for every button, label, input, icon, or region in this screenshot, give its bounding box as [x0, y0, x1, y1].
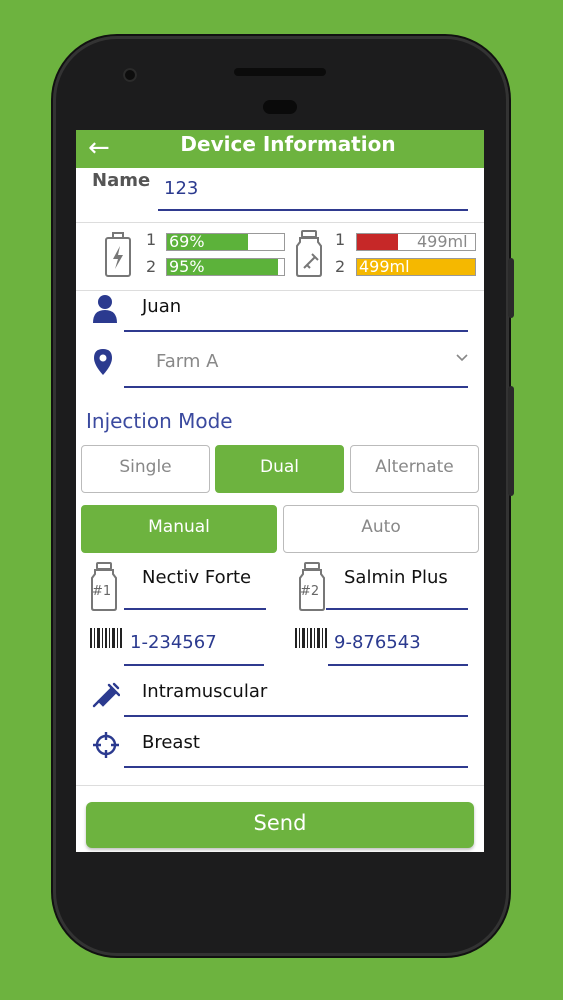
vial-icon [296, 230, 322, 277]
chevron-down-icon[interactable] [456, 354, 468, 362]
injection-site[interactable]: Breast [142, 732, 200, 753]
power-button [508, 386, 514, 496]
mode-single-button[interactable]: Single [81, 445, 210, 493]
location-pin-icon [94, 349, 112, 375]
farm-underline [124, 386, 468, 388]
volume-button [508, 258, 514, 318]
vial-bar-2: 499ml [356, 257, 476, 276]
barcode-2-underline [328, 664, 468, 666]
vial-volume-2: 499ml [359, 257, 410, 276]
crosshair-icon [93, 732, 119, 758]
trigger-auto-button[interactable]: Auto [283, 505, 479, 553]
barcode-1-underline [124, 664, 264, 666]
battery-index-1: 1 [146, 230, 157, 249]
top-bar: ← Device Information [76, 130, 484, 168]
app-screen: ← Device Information Name 123 1 2 69% 95… [76, 130, 484, 852]
trigger-manual-button[interactable]: Manual [81, 505, 277, 553]
injection-route[interactable]: Intramuscular [142, 681, 267, 702]
product-1-name[interactable]: Nectiv Forte [142, 567, 251, 588]
product-1-tag: #1 [92, 584, 112, 599]
user-name[interactable]: Juan [142, 296, 181, 317]
battery-level-2: 95% [169, 257, 205, 276]
user-underline [124, 330, 468, 332]
product-2-name[interactable]: Salmin Plus [344, 567, 448, 588]
name-label: Name [92, 170, 151, 191]
product-2-tag: #2 [300, 584, 320, 599]
barcode-icon [295, 628, 327, 648]
vial-volume-1: 499ml [417, 232, 468, 251]
battery-icon [105, 232, 131, 277]
syringe-icon [92, 682, 120, 708]
vial-bar-1: 499ml [356, 232, 476, 251]
divider [76, 785, 484, 786]
front-camera [123, 68, 137, 82]
name-underline [158, 209, 468, 211]
product-2-underline [326, 608, 468, 610]
product-1-underline [124, 608, 266, 610]
divider [76, 290, 484, 291]
product-1-barcode[interactable]: 1-234567 [130, 632, 217, 653]
earpiece-speaker [234, 68, 326, 76]
name-field[interactable]: 123 [164, 178, 198, 199]
vial-index-1: 1 [335, 230, 346, 249]
mode-dual-button[interactable]: Dual [215, 445, 344, 493]
mode-alternate-button[interactable]: Alternate [350, 445, 479, 493]
site-underline [124, 766, 468, 768]
battery-index-2: 2 [146, 257, 157, 276]
battery-bar-2: 95% [166, 257, 285, 276]
proximity-sensor [263, 100, 297, 114]
battery-level-1: 69% [169, 232, 205, 251]
barcode-icon [90, 628, 122, 648]
vial-index-2: 2 [335, 257, 346, 276]
injection-mode-heading: Injection Mode [86, 409, 233, 433]
farm-select[interactable]: Farm A [156, 351, 218, 372]
page-title: Device Information [180, 132, 396, 156]
product-2-barcode[interactable]: 9-876543 [334, 632, 421, 653]
battery-bar-1: 69% [166, 232, 285, 251]
route-underline [124, 715, 468, 717]
divider [76, 222, 484, 223]
send-button[interactable]: Send [86, 802, 474, 848]
person-icon [93, 295, 117, 323]
